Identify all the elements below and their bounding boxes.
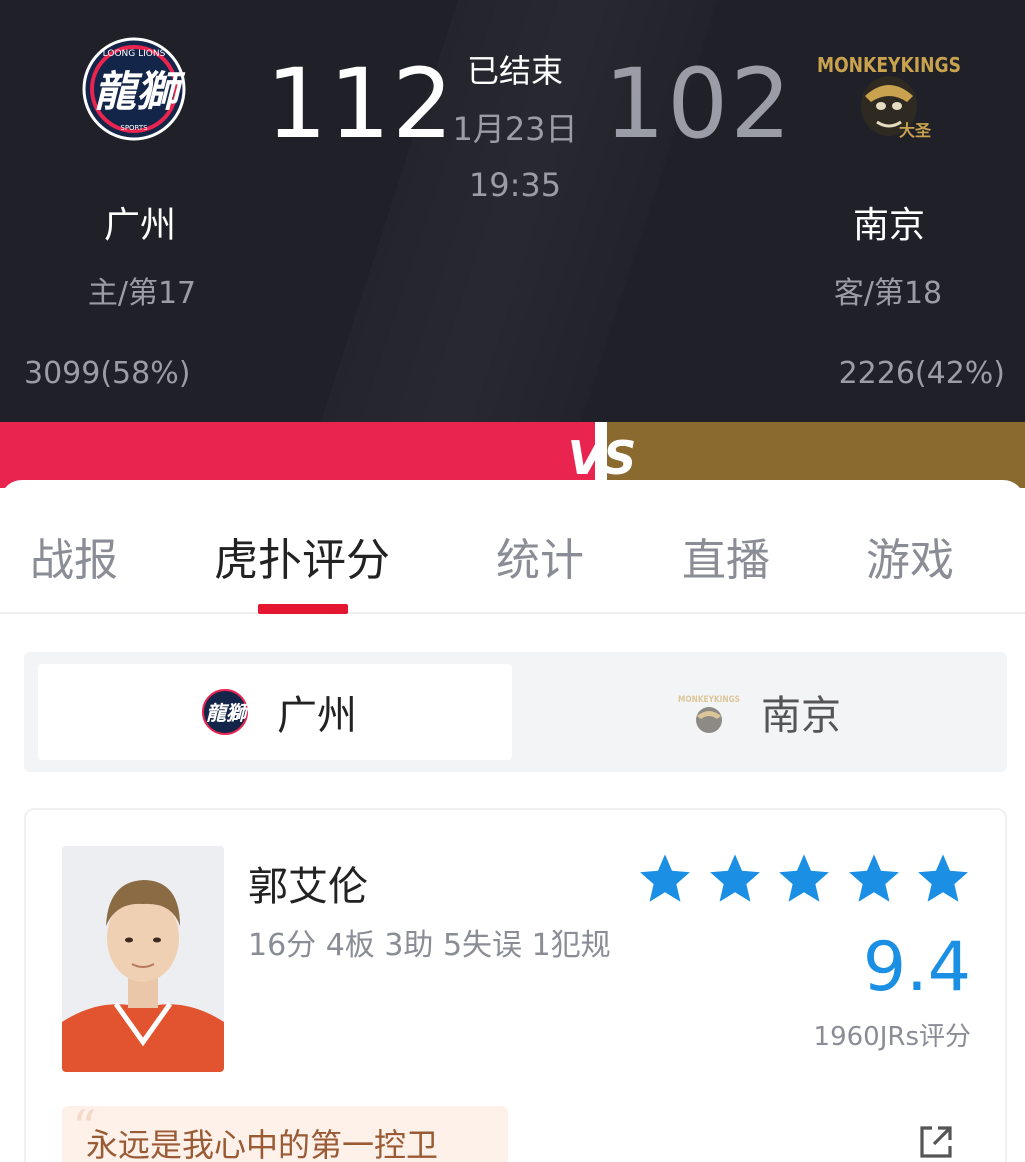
match-header: LOONG LIONS 龍獅 SPORTS 112 已结束 1月23日 19:3… — [0, 0, 1025, 422]
svg-text:龍獅: 龍獅 — [94, 67, 186, 116]
top-comment-text: 永远是我心中的第一控卫 — [86, 1126, 439, 1162]
svg-text:MONKEYKINGS: MONKEYKINGS — [817, 53, 961, 77]
tab-live[interactable]: 直播 — [682, 524, 770, 588]
team-switch-away[interactable]: MONKEYKINGS 南京 — [524, 664, 994, 760]
nanjing-logo-icon: MONKEYKINGS — [678, 695, 740, 733]
match-status: 已结束 — [466, 52, 563, 90]
match-time: 19:35 — [468, 166, 562, 204]
tab-games[interactable]: 游戏 — [866, 524, 954, 588]
player-rating-card[interactable]: 郭艾伦 16分 4板 3助 5失误 1犯规 9.4 1960JRs评分 “ 永远… — [24, 808, 1007, 1162]
tab-stats[interactable]: 统计 — [496, 524, 584, 588]
away-support-count: 2226(42%) — [838, 356, 1005, 391]
away-team-name[interactable]: 南京 — [789, 196, 989, 248]
star-rating[interactable] — [636, 850, 972, 910]
svg-text:龍獅: 龍獅 — [206, 701, 250, 725]
tab-report[interactable]: 战报 — [30, 524, 118, 588]
top-comment[interactable]: “ 永远是我心中的第一控卫 — [62, 1106, 508, 1162]
share-external-icon[interactable] — [916, 1122, 956, 1162]
team-switch-home[interactable]: 龍獅 广州 — [38, 664, 512, 760]
home-support-bar[interactable] — [0, 422, 595, 488]
team-switch-away-label: 南京 — [761, 693, 841, 739]
match-date: 1月23日 — [452, 110, 578, 148]
team-switch: 龍獅 广州 MONKEYKINGS 南京 — [24, 652, 1007, 772]
home-support-count: 3099(58%) — [24, 356, 191, 391]
star-icon — [918, 854, 968, 902]
away-team-rank: 客/第18 — [833, 276, 943, 311]
away-support-bar[interactable] — [607, 422, 1025, 488]
player-name[interactable]: 郭艾伦 — [248, 854, 368, 912]
svg-text:大圣: 大圣 — [899, 121, 932, 140]
svg-text:VS: VS — [568, 431, 637, 484]
player-stats: 16分 4板 3助 5失误 1犯规 — [248, 928, 611, 963]
star-icon — [848, 854, 899, 902]
svg-text:SPORTS: SPORTS — [120, 124, 148, 132]
guangzhou-logo-icon: 龍獅 — [202, 689, 250, 735]
player-rating-score: 9.4 — [862, 928, 971, 1007]
away-score: 102 — [604, 48, 794, 160]
home-team-rank: 主/第17 — [87, 276, 197, 311]
home-score: 112 — [266, 48, 456, 160]
support-bar[interactable]: VS — [0, 422, 1025, 488]
star-icon — [779, 854, 829, 902]
star-icon — [640, 854, 690, 902]
svg-text:LOONG LIONS: LOONG LIONS — [103, 49, 166, 59]
team-switch-home-label: 广州 — [277, 693, 357, 739]
rating-count: 1960JRs评分 — [813, 1022, 971, 1052]
tab-bar: 战报 虎扑评分 统计 直播 游戏 — [0, 480, 1025, 614]
home-team-name[interactable]: 广州 — [40, 196, 240, 248]
svg-text:MONKEYKINGS: MONKEYKINGS — [678, 695, 740, 705]
nanjing-team-logo[interactable]: MONKEYKINGS 大圣 — [815, 44, 963, 142]
player-photo[interactable] — [62, 846, 224, 1072]
vs-icon: VS — [568, 431, 637, 484]
active-tab-indicator — [258, 604, 348, 614]
tab-rating[interactable]: 虎扑评分 — [214, 524, 390, 588]
content-sheet: 战报 虎扑评分 统计 直播 游戏 龍獅 广州 MONKEYKINGS 南京 郭艾… — [0, 480, 1025, 1162]
star-icon — [709, 854, 760, 902]
guangzhou-team-logo[interactable]: LOONG LIONS 龍獅 SPORTS — [72, 36, 202, 142]
